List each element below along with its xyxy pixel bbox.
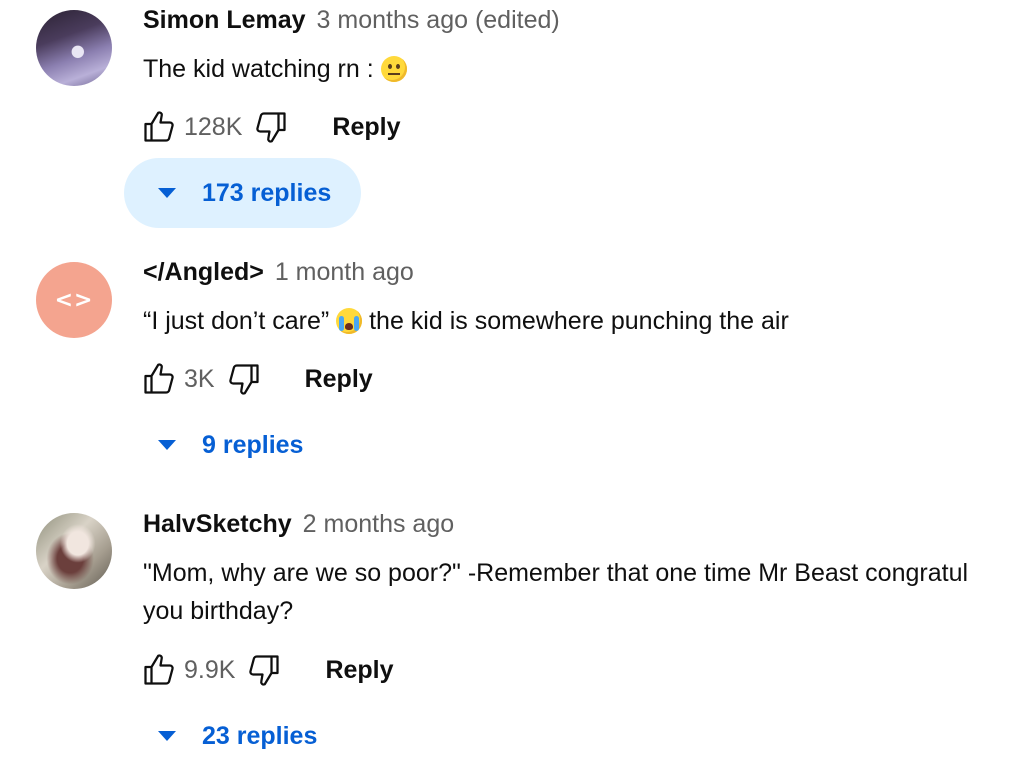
neutral-face-emoji-icon <box>380 56 407 82</box>
view-replies-button[interactable]: 9 replies <box>158 425 303 465</box>
thumbs-up-icon <box>144 111 174 142</box>
comment-actions: 128K Reply <box>140 107 400 147</box>
replies-count-label: 23 replies <box>202 721 318 750</box>
view-replies-button[interactable]: 173 replies <box>124 158 362 228</box>
comment-timestamp[interactable]: 1 month ago <box>275 258 414 286</box>
thumbs-down-icon <box>249 655 280 686</box>
comment-author[interactable]: </Angled> <box>143 258 264 286</box>
comment-header: </Angled> 1 month ago <box>143 258 414 287</box>
like-count: 9.9K <box>184 655 236 684</box>
reply-button[interactable]: Reply <box>305 365 373 394</box>
caret-down-icon <box>158 731 176 741</box>
view-replies-button[interactable]: 23 replies <box>158 716 317 756</box>
comment-actions: 3K Reply <box>140 359 373 399</box>
comment-timestamp[interactable]: 3 months ago (edited) <box>317 6 560 34</box>
avatar[interactable]: <> <box>36 262 112 338</box>
dislike-button[interactable] <box>252 108 290 146</box>
reply-button[interactable]: Reply <box>332 113 400 142</box>
like-count: 3K <box>184 364 215 393</box>
comment-text-content: The kid watching rn : <box>143 55 374 83</box>
comment-author[interactable]: HalvSketchy <box>143 510 292 538</box>
replies-count-label: 9 replies <box>202 430 304 459</box>
like-count: 128K <box>184 112 243 141</box>
avatar[interactable] <box>36 10 112 86</box>
loudly-crying-face-emoji-icon <box>336 308 363 334</box>
dislike-button[interactable] <box>225 360 263 398</box>
caret-down-icon <box>158 440 176 450</box>
comment-text-line: "Mom, why are we so poor?" -Remember tha… <box>143 559 969 587</box>
thumbs-up-icon <box>144 363 174 394</box>
comment-text: "Mom, why are we so poor?" -Remember tha… <box>143 554 968 630</box>
comment-actions: 9.9K Reply <box>140 650 394 690</box>
thumbs-down-icon <box>228 364 259 395</box>
comment-text: The kid watching rn : <box>143 50 407 88</box>
replies-count-label: 173 replies <box>202 178 332 207</box>
comment-header: Simon Lemay 3 months ago (edited) <box>143 6 560 35</box>
thumbs-up-icon <box>144 654 174 685</box>
comment-timestamp[interactable]: 2 months ago <box>303 510 455 538</box>
comment-author[interactable]: Simon Lemay <box>143 6 306 34</box>
comment-text: “I just don’t care” the kid is somewhere… <box>143 302 789 340</box>
avatar[interactable] <box>36 513 112 589</box>
comments-section: Simon Lemay 3 months ago (edited) The ki… <box>0 0 1024 768</box>
like-button[interactable] <box>140 108 178 146</box>
like-button[interactable] <box>140 360 178 398</box>
comment-text-quote: “I just don’t care” <box>143 307 330 335</box>
dislike-button[interactable] <box>245 651 283 689</box>
comment-text-line: you birthday? <box>143 597 294 625</box>
like-button[interactable] <box>140 651 178 689</box>
comment-text-content: the kid is somewhere punching the air <box>369 307 789 335</box>
thumbs-down-icon <box>256 112 287 143</box>
comment-header: HalvSketchy 2 months ago <box>143 510 454 539</box>
caret-down-icon <box>158 188 176 198</box>
reply-button[interactable]: Reply <box>325 656 393 685</box>
avatar-code-icon: <> <box>54 287 94 313</box>
